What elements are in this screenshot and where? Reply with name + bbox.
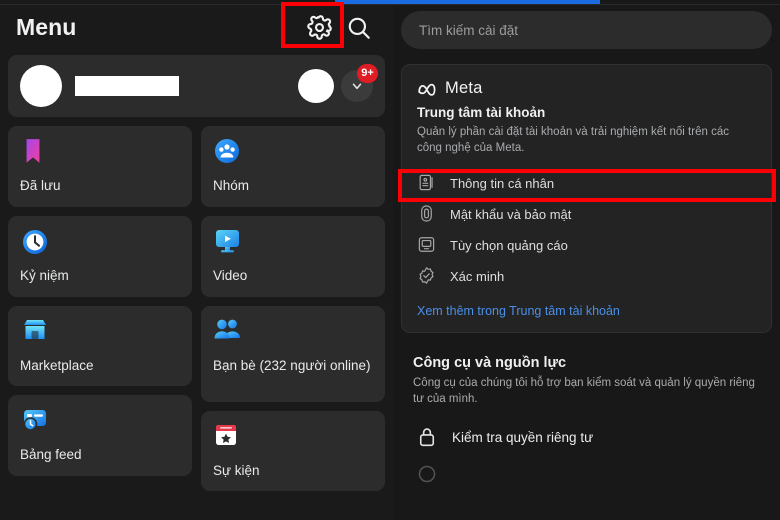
account-center-description: Quản lý phần cài đặt tài khoản và trải n…: [417, 124, 756, 157]
feeds-icon: [20, 406, 180, 436]
tile-groups[interactable]: Nhóm: [201, 126, 385, 207]
search-input[interactable]: Tìm kiếm cài đặt: [419, 23, 518, 38]
row-label: Kiểm tra quyền riêng tư: [452, 430, 593, 445]
shortcut-column-right: Nhóm Video: [201, 126, 385, 491]
account-center-card: Meta Trung tâm tài khoản Quản lý phần cà…: [401, 64, 772, 333]
page-title: Menu: [16, 14, 299, 41]
meta-infinity-icon: [417, 82, 439, 96]
meta-brand: Meta: [417, 79, 756, 98]
bookmark-icon: [20, 137, 180, 167]
tile-marketplace[interactable]: Marketplace: [8, 306, 192, 387]
row-ad-preferences[interactable]: Tùy chọn quảng cáo: [402, 230, 771, 261]
tile-label: Kỷ niệm: [20, 267, 180, 285]
avatar: [20, 65, 62, 107]
row-label: Tùy chọn quảng cáo: [450, 238, 568, 253]
row-label: Mật khẩu và bảo mật: [450, 207, 571, 222]
memories-clock-icon: [20, 227, 180, 257]
tile-events[interactable]: Sự kiện: [201, 411, 385, 492]
marketplace-store-icon: [20, 317, 180, 347]
tile-memories[interactable]: Kỷ niệm: [8, 216, 192, 297]
partial-icon: [417, 464, 437, 484]
row-next-partial[interactable]: [413, 464, 760, 484]
tile-label: Sự kiện: [213, 462, 373, 480]
shortcut-grid: Đã lưu Kỷ niệm: [8, 126, 385, 491]
tile-feeds[interactable]: Bảng feed: [8, 395, 192, 476]
account-center-header: Meta Trung tâm tài khoản Quản lý phần cà…: [402, 79, 771, 157]
profile-card[interactable]: 9+: [8, 55, 385, 117]
tile-saved[interactable]: Đã lưu: [8, 126, 192, 207]
profile-name-redacted: [75, 76, 179, 96]
row-privacy-checkup[interactable]: Kiểm tra quyền riêng tư: [413, 426, 760, 448]
tile-video[interactable]: Video: [201, 216, 385, 297]
top-divider: [0, 4, 780, 5]
id-card-icon: [417, 173, 437, 193]
secondary-avatar[interactable]: [298, 69, 334, 103]
settings-search-bar[interactable]: Tìm kiếm cài đặt: [401, 11, 772, 49]
row-personal-info[interactable]: Thông tin cá nhân: [402, 168, 771, 199]
account-center-title: Trung tâm tài khoản: [417, 105, 756, 120]
row-label: Xác minh: [450, 269, 504, 284]
tools-description: Công cụ của chúng tôi hỗ trợ bạn kiểm so…: [413, 375, 760, 408]
tile-label: Video: [213, 267, 373, 285]
tools-section: Công cụ và nguồn lực Công cụ của chúng t…: [401, 355, 772, 484]
tools-title: Công cụ và nguồn lực: [413, 355, 760, 371]
menu-header: Menu: [8, 0, 385, 55]
friends-icon: [213, 317, 373, 347]
tile-label: Bảng feed: [20, 446, 180, 464]
account-switcher[interactable]: 9+: [341, 70, 373, 102]
row-password-security[interactable]: Mật khẩu và bảo mật: [402, 199, 771, 230]
search-icon[interactable]: [339, 8, 379, 48]
groups-icon: [213, 137, 373, 167]
app-screen: Menu: [0, 0, 780, 520]
row-label: Thông tin cá nhân: [450, 176, 554, 191]
video-icon: [213, 227, 373, 257]
shortcut-column-left: Đã lưu Kỷ niệm: [8, 126, 192, 491]
tile-label: Nhóm: [213, 177, 373, 195]
row-verification[interactable]: Xác minh: [402, 261, 771, 292]
tile-label: Đã lưu: [20, 177, 180, 195]
account-center-more-link[interactable]: Xem thêm trong Trung tâm tài khoản: [402, 304, 771, 318]
tile-label: Bạn bè (232 người online): [213, 357, 373, 375]
meta-wordmark: Meta: [445, 79, 482, 98]
events-calendar-icon: [213, 422, 373, 452]
notification-badge: 9+: [357, 64, 378, 83]
ads-monitor-icon: [417, 235, 437, 255]
fingerprint-icon: [417, 204, 437, 224]
tile-friends[interactable]: Bạn bè (232 người online): [201, 306, 385, 402]
menu-panel: Menu: [0, 0, 393, 520]
top-blue-strip: [335, 0, 600, 4]
lock-icon: [417, 426, 437, 448]
tile-label: Marketplace: [20, 357, 180, 375]
verified-badge-icon: [417, 266, 437, 286]
settings-gear-icon[interactable]: [299, 8, 339, 48]
settings-panel: Tìm kiếm cài đặt Meta Trung tâm tài khoả…: [393, 0, 780, 520]
